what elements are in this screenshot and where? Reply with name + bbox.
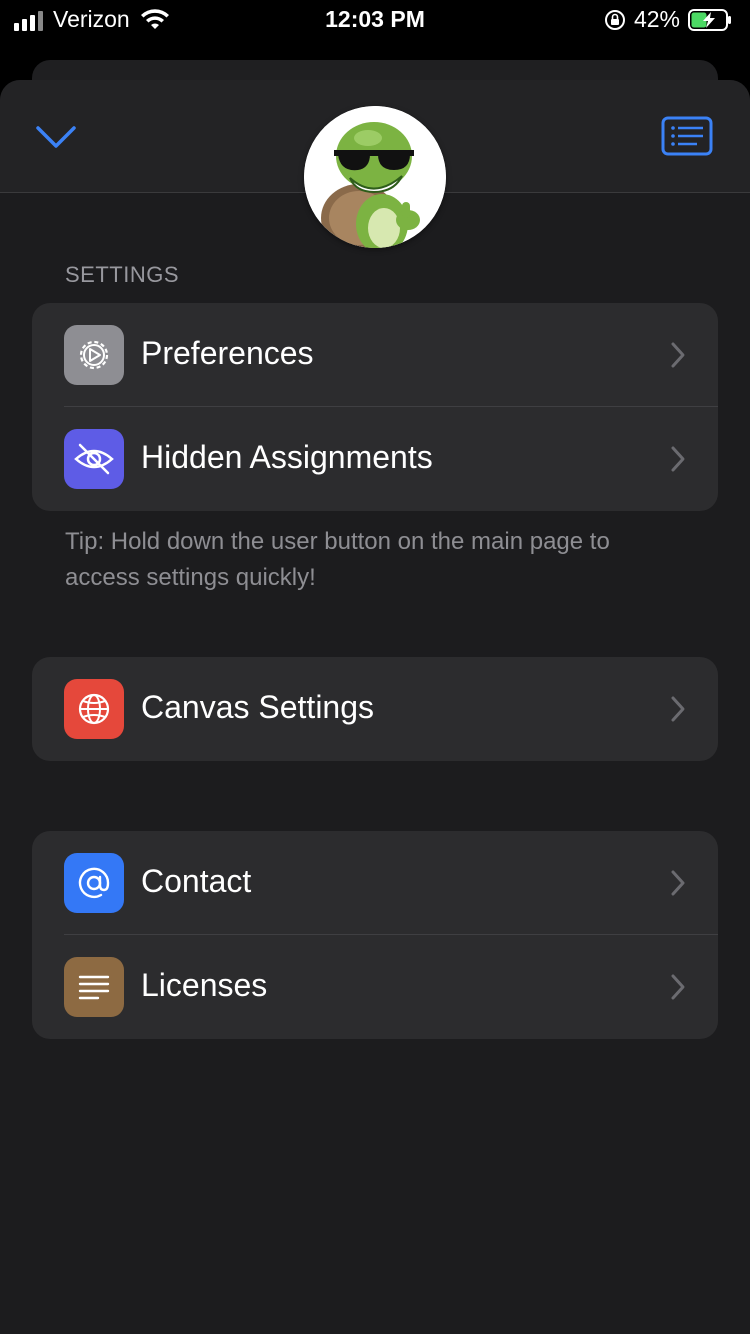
list-icon[interactable] (661, 116, 713, 156)
orientation-lock-icon (604, 9, 625, 30)
chevron-down-icon[interactable] (34, 120, 78, 152)
at-icon (64, 853, 124, 913)
licenses-row[interactable]: Licenses (32, 935, 718, 1039)
preferences-label: Preferences (141, 335, 314, 371)
canvas-settings-row[interactable]: Canvas Settings (32, 657, 718, 761)
contact-row[interactable]: Contact (32, 831, 718, 935)
turtle-mascot-image (304, 106, 446, 248)
licenses-label: Licenses (141, 967, 268, 1003)
document-lines-icon (64, 957, 124, 1017)
battery-charging-icon (688, 8, 731, 31)
chevron-right-icon (671, 870, 685, 896)
chevron-right-icon (671, 446, 685, 472)
eye-slash-icon (64, 429, 124, 489)
settings-section-title: SETTINGS (65, 262, 180, 287)
canvas-settings-label: Canvas Settings (141, 689, 375, 725)
hidden-assignments-label: Hidden Assignments (141, 439, 433, 475)
chevron-right-icon (671, 342, 685, 368)
settings-sheet: SETTINGS Preferences Hidden Assignments … (0, 80, 750, 1334)
contact-label: Contact (141, 863, 252, 899)
battery-percent: 42% (633, 6, 680, 32)
chevron-right-icon (671, 696, 685, 722)
hidden-assignments-row[interactable]: Hidden Assignments (32, 407, 718, 511)
settings-group: Preferences Hidden Assignments (32, 303, 718, 511)
globe-icon (64, 679, 124, 739)
status-bar: Verizon 12:03 PM 42% (0, 0, 750, 40)
avatar[interactable] (304, 106, 446, 248)
gear-icon (64, 325, 124, 385)
preferences-row[interactable]: Preferences (32, 303, 718, 407)
canvas-group: Canvas Settings (32, 657, 718, 761)
settings-tip: Tip: Hold down the user button on the ma… (65, 528, 610, 591)
about-group: Contact Licenses (32, 831, 718, 1039)
chevron-right-icon (671, 974, 685, 1000)
